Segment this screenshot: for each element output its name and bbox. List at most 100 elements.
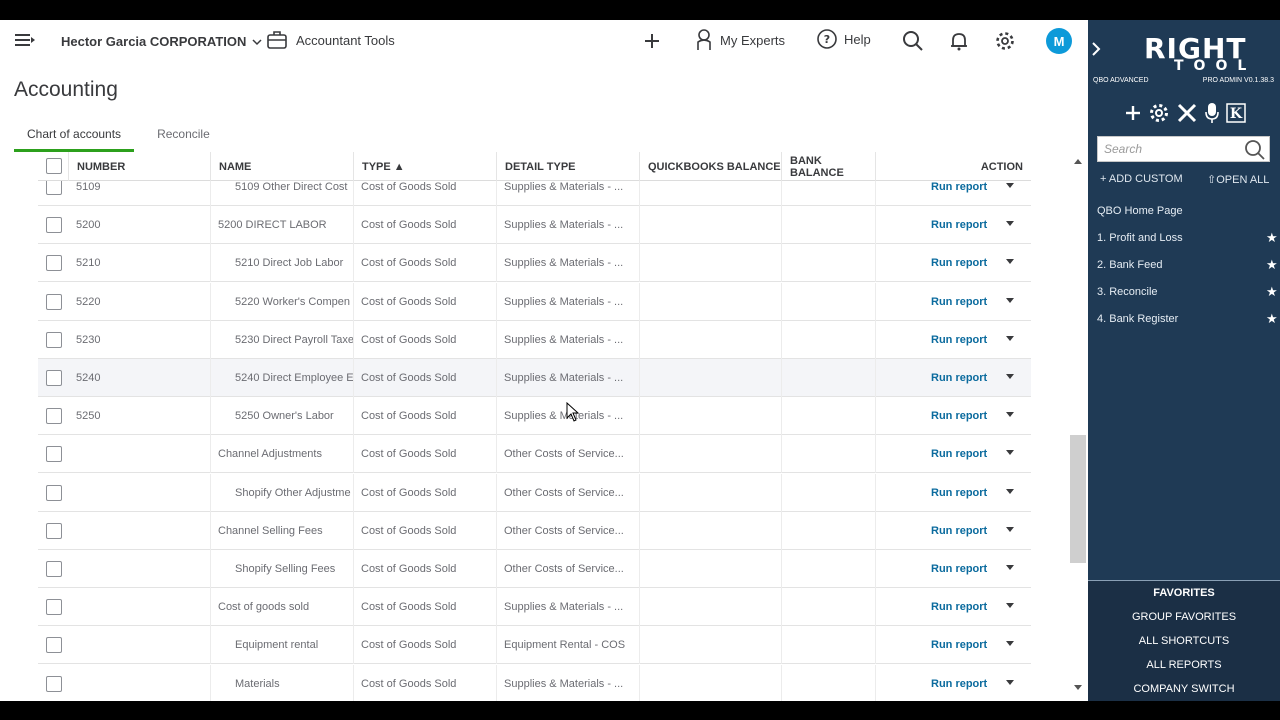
table-row[interactable]: Equipment rental Cost of Goods Sold Equipm…	[38, 626, 1031, 665]
run-report-link[interactable]: Run report	[931, 359, 987, 397]
accountant-tools-button[interactable]: Accountant Tools	[266, 30, 395, 50]
tab-reconcile[interactable]: Reconcile	[144, 124, 223, 152]
run-report-link[interactable]: Run report	[931, 283, 987, 321]
bell-icon[interactable]	[948, 30, 970, 52]
row-checkbox[interactable]	[46, 637, 62, 654]
help-button[interactable]: ? Help	[816, 28, 871, 50]
gear-icon[interactable]	[994, 30, 1016, 52]
table-row[interactable]: Shopify Other Adjustme Cost of Goods Sold…	[38, 473, 1031, 512]
company-switch-link[interactable]: COMPANY SWITCH	[1088, 683, 1280, 695]
run-report-link[interactable]: Run report	[931, 321, 987, 359]
open-all-link[interactable]: ⇧OPEN ALL	[1207, 173, 1269, 186]
sidebar-search-box[interactable]: Search	[1097, 136, 1270, 162]
star-icon[interactable]: ★	[1266, 311, 1278, 327]
row-checkbox[interactable]	[46, 522, 62, 539]
sidebar-item-bank-register[interactable]: 4. Bank Register	[1097, 313, 1178, 325]
row-checkbox[interactable]	[46, 217, 62, 234]
row-checkbox[interactable]	[46, 675, 62, 692]
row-checkbox[interactable]	[46, 446, 62, 463]
chevron-right-icon[interactable]	[1091, 42, 1101, 56]
microphone-icon[interactable]	[1204, 102, 1220, 124]
select-all-checkbox[interactable]	[46, 158, 62, 174]
sidebar-item-bank-feed[interactable]: 2. Bank Feed	[1097, 259, 1162, 271]
scroll-down-arrow-icon[interactable]	[1072, 683, 1084, 693]
sidebar-item-profit-and-loss[interactable]: 1. Profit and Loss	[1097, 232, 1183, 244]
plus-icon[interactable]	[1124, 104, 1142, 122]
run-report-link[interactable]: Run report	[931, 588, 987, 626]
table-row[interactable]: 5210 5210 Direct Job Labor Cost of Goods S…	[38, 244, 1031, 283]
row-checkbox[interactable]	[46, 408, 62, 425]
action-dropdown-icon[interactable]	[1006, 221, 1014, 227]
search-icon[interactable]	[1244, 139, 1266, 161]
row-checkbox[interactable]	[46, 331, 62, 348]
column-detail-type[interactable]: DETAIL TYPE	[497, 152, 640, 181]
column-number[interactable]: NUMBER	[69, 152, 211, 181]
avatar[interactable]: M	[1046, 28, 1072, 54]
add-custom-link[interactable]: + ADD CUSTOM	[1100, 173, 1183, 185]
table-row[interactable]: Shopify Selling Fees Cost of Goods Sold Ot…	[38, 550, 1031, 588]
action-dropdown-icon[interactable]	[1006, 641, 1014, 647]
action-dropdown-icon[interactable]	[1006, 335, 1014, 341]
my-experts-button[interactable]: My Experts	[694, 28, 785, 52]
star-icon[interactable]: ★	[1266, 230, 1278, 246]
action-dropdown-icon[interactable]	[1006, 450, 1014, 456]
star-icon[interactable]: ★	[1266, 257, 1278, 273]
run-report-link[interactable]: Run report	[931, 435, 987, 473]
action-dropdown-icon[interactable]	[1006, 565, 1014, 570]
row-checkbox[interactable]	[46, 561, 62, 577]
run-report-link[interactable]: Run report	[931, 550, 987, 588]
star-icon[interactable]: ★	[1266, 284, 1278, 300]
column-quickbooks-balance[interactable]: QUICKBOOKS BALANCE	[640, 152, 782, 181]
row-checkbox[interactable]	[46, 484, 62, 501]
tab-chart-of-accounts[interactable]: Chart of accounts	[14, 124, 135, 152]
row-checkbox[interactable]	[46, 293, 62, 310]
table-row[interactable]: 5230 5230 Direct Payroll Taxe Cost of Good…	[38, 320, 1031, 359]
run-report-link[interactable]: Run report	[931, 474, 987, 512]
all-shortcuts-link[interactable]: ALL SHORTCUTS	[1088, 635, 1280, 647]
action-dropdown-icon[interactable]	[1006, 183, 1014, 188]
column-bank-balance[interactable]: BANK BALANCE	[782, 152, 876, 181]
run-report-link[interactable]: Run report	[931, 397, 987, 435]
plus-icon[interactable]	[643, 32, 661, 50]
row-checkbox[interactable]	[46, 179, 62, 195]
table-row[interactable]: Channel Adjustments Cost of Goods Sold Oth…	[38, 435, 1031, 474]
table-row[interactable]: Cost of goods sold Cost of Goods Sold Supp…	[38, 588, 1031, 627]
sidebar-item-reconcile[interactable]: 3. Reconcile	[1097, 286, 1158, 298]
scroll-up-arrow-icon[interactable]	[1072, 156, 1084, 166]
column-type[interactable]: TYPE ▲	[354, 152, 497, 181]
favorites-title[interactable]: FAVORITES	[1088, 587, 1280, 599]
sidebar-item-home[interactable]: QBO Home Page	[1097, 205, 1183, 217]
row-checkbox[interactable]	[46, 255, 62, 272]
table-row[interactable]: 5240 5240 Direct Employee E Cost of Goods …	[38, 359, 1031, 397]
action-dropdown-icon[interactable]	[1006, 488, 1014, 494]
action-dropdown-icon[interactable]	[1006, 526, 1014, 532]
run-report-link[interactable]: Run report	[931, 665, 987, 701]
column-name[interactable]: NAME	[211, 152, 354, 181]
scrollbar-thumb[interactable]	[1070, 435, 1086, 563]
action-dropdown-icon[interactable]	[1006, 374, 1014, 379]
run-report-link[interactable]: Run report	[931, 206, 987, 244]
run-report-link[interactable]: Run report	[931, 626, 987, 664]
table-row[interactable]: 5200 5200 DIRECT LABOR Cost of Goods Sold S…	[38, 206, 1031, 245]
search-icon[interactable]	[902, 30, 924, 52]
group-favorites-link[interactable]: GROUP FAVORITES	[1088, 611, 1280, 623]
all-reports-link[interactable]: ALL REPORTS	[1088, 659, 1280, 671]
menu-icon[interactable]	[14, 31, 36, 49]
action-dropdown-icon[interactable]	[1006, 679, 1014, 685]
gear-icon[interactable]	[1148, 102, 1170, 124]
action-dropdown-icon[interactable]	[1006, 412, 1014, 418]
action-dropdown-icon[interactable]	[1006, 259, 1014, 265]
sidebar-search-input[interactable]: Search	[1104, 142, 1142, 156]
row-checkbox[interactable]	[46, 370, 62, 386]
row-checkbox[interactable]	[46, 599, 62, 616]
table-row[interactable]: 5220 5220 Worker's Compen Cost of Goods So…	[38, 282, 1031, 321]
action-dropdown-icon[interactable]	[1006, 297, 1014, 303]
action-dropdown-icon[interactable]	[1006, 603, 1014, 609]
company-switcher[interactable]: Hector Garcia CORPORATION	[61, 34, 262, 49]
k-logo-icon[interactable]: K	[1226, 103, 1246, 123]
table-row[interactable]: Channel Selling Fees Cost of Goods Sold Ot…	[38, 511, 1031, 550]
tools-icon[interactable]	[1176, 102, 1198, 124]
table-row[interactable]: 5250 5250 Owner's Labor Cost of Goods Sold…	[38, 397, 1031, 436]
run-report-link[interactable]: Run report	[931, 512, 987, 550]
table-row[interactable]: Materials Cost of Goods Sold Supplies & Ma…	[38, 664, 1031, 701]
